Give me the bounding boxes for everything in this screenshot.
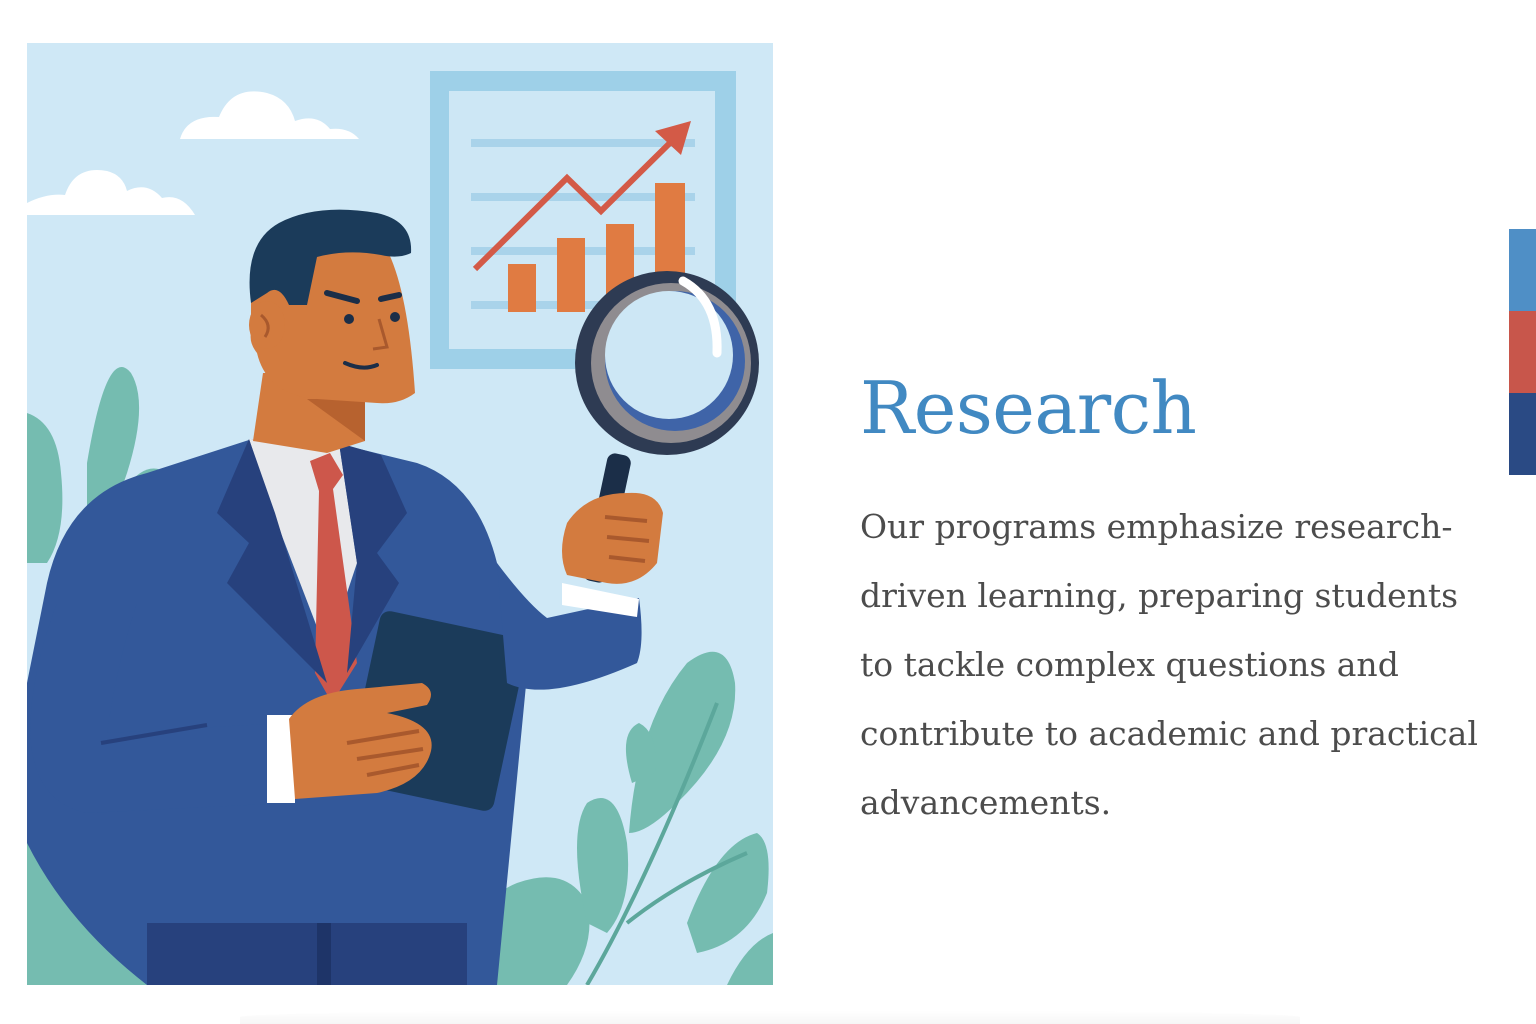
- accent-segment-blue: [1509, 229, 1536, 311]
- accent-bar: [1509, 229, 1536, 475]
- accent-segment-red: [1509, 311, 1536, 393]
- section-divider-shadow: [240, 1010, 1300, 1024]
- researcher-illustration: [27, 43, 773, 985]
- research-illustration: [27, 43, 773, 985]
- research-section: Research Our programs emphasize research…: [0, 0, 1536, 1024]
- accent-segment-navy: [1509, 393, 1536, 475]
- section-description: Our programs emphasize research-driven l…: [860, 507, 1478, 822]
- section-title: Research: [860, 366, 1197, 450]
- research-content: Research Our programs emphasize research…: [860, 358, 1500, 837]
